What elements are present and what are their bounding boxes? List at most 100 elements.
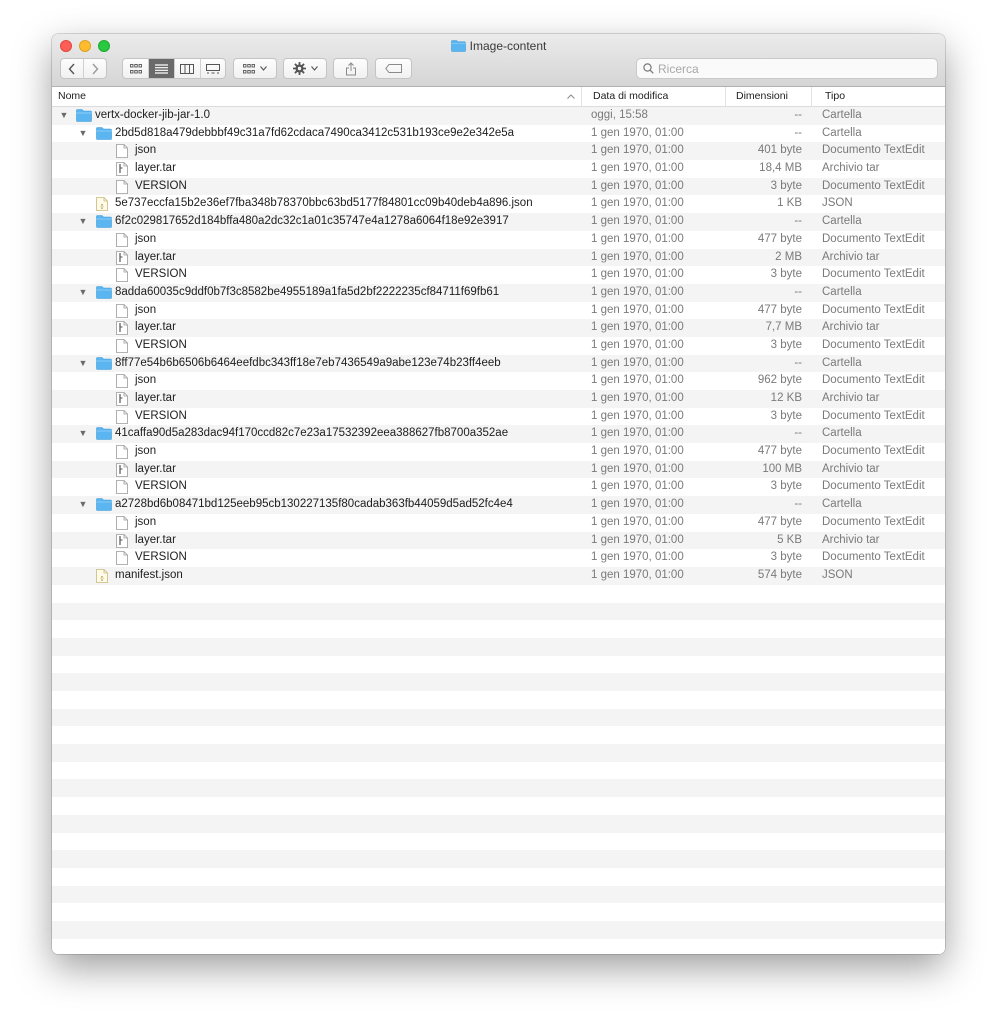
file-row[interactable]: json 1 gen 1970, 01:00 477 byte Documento T… (52, 230, 945, 249)
file-kind: Cartella (822, 356, 862, 369)
empty-row (52, 938, 945, 954)
document-icon (116, 144, 132, 159)
empty-list-area (52, 584, 945, 954)
file-row[interactable]: ▼ a2728bd6b08471bd125eeb95cb130227135f80c… (52, 496, 945, 514)
modified-date: 1 gen 1970, 01:00 (591, 162, 684, 175)
file-row[interactable]: json 1 gen 1970, 01:00 962 byte Documento T… (52, 372, 945, 390)
file-row[interactable]: layer.tar 1 gen 1970, 01:00 2 MB Archivio t… (52, 248, 945, 267)
grid-icon (129, 63, 142, 73)
json-file-icon: {} (96, 568, 112, 583)
column-header-date[interactable]: Data di modifica (581, 87, 725, 106)
file-row[interactable]: layer.tar 1 gen 1970, 01:00 12 KB Archivio … (52, 390, 945, 408)
file-kind: Archivio tar (822, 533, 880, 546)
file-row[interactable]: ▼ 41caffa90d5a283dac94f170ccd82c7e23a1753… (52, 425, 945, 444)
file-row[interactable]: json 1 gen 1970, 01:00 477 byte Documento T… (52, 443, 945, 461)
column-header-date-label: Data di modifica (593, 90, 669, 102)
file-row[interactable]: layer.tar 1 gen 1970, 01:00 100 MB Archivio… (52, 460, 945, 479)
file-size: 3 byte (770, 480, 802, 493)
file-row[interactable]: json 1 gen 1970, 01:00 477 byte Documento T… (52, 513, 945, 532)
file-kind: Documento TextEdit (822, 480, 925, 493)
file-size: 12 KB (770, 392, 802, 404)
file-row[interactable]: {} manifest.json 1 gen 1970, 01:00 574 byte… (52, 566, 945, 585)
file-row[interactable]: VERSION 1 gen 1970, 01:00 3 byte Documento … (52, 336, 945, 355)
group-by-button[interactable] (233, 58, 277, 79)
svg-text:{}: {} (100, 204, 104, 210)
modified-date: 1 gen 1970, 01:00 (591, 551, 684, 564)
file-name: json (135, 144, 157, 157)
modified-date: 1 gen 1970, 01:00 (591, 480, 684, 493)
column-header-name[interactable]: Nome (52, 87, 581, 106)
column-header-size[interactable]: Dimensioni (725, 87, 811, 106)
file-row[interactable]: ▼ 8ff77e54b6b6506b6464eefdbc343ff18e7eb74… (52, 354, 945, 373)
file-row[interactable]: json 1 gen 1970, 01:00 477 byte Documento T… (52, 301, 945, 320)
forward-button[interactable] (83, 59, 106, 78)
file-row[interactable]: VERSION 1 gen 1970, 01:00 3 byte Documento … (52, 549, 945, 567)
modified-date: 1 gen 1970, 01:00 (591, 568, 684, 581)
file-kind: JSON (822, 197, 853, 210)
disclosure-triangle-expanded-icon[interactable]: ▼ (58, 107, 70, 125)
column-view-button[interactable] (173, 59, 200, 78)
empty-row (52, 744, 945, 762)
file-name: json (135, 445, 157, 458)
finder-window: Image-content Ricerca Nome Data di modif… (52, 34, 945, 954)
disclosure-triangle-expanded-icon[interactable]: ▼ (77, 496, 89, 514)
toolbar: Image-content (52, 34, 945, 87)
folder-icon (76, 109, 92, 123)
file-kind: Archivio tar (822, 392, 880, 404)
file-row[interactable]: VERSION 1 gen 1970, 01:00 3 byte Documento … (52, 478, 945, 497)
modified-date: 1 gen 1970, 01:00 (591, 250, 684, 263)
tags-button[interactable] (375, 58, 412, 79)
file-kind: JSON (822, 568, 853, 581)
column-header-type[interactable]: Tipo (811, 87, 945, 106)
file-name: 5e737eccfa15b2e36ef7fba348b78370bbc63bd5… (115, 197, 533, 210)
modified-date: 1 gen 1970, 01:00 (591, 232, 684, 245)
empty-row (52, 655, 945, 674)
share-icon (345, 61, 356, 75)
modified-date: 1 gen 1970, 01:00 (591, 338, 684, 351)
file-name: layer.tar (135, 462, 176, 475)
file-name: VERSION (135, 551, 187, 564)
empty-row (52, 620, 945, 638)
icon-view-button[interactable] (123, 59, 148, 78)
document-icon (116, 445, 132, 459)
back-button[interactable] (61, 59, 83, 78)
file-row[interactable]: {} 5e737eccfa15b2e36ef7fba348b78370bbc63b… (52, 195, 945, 214)
disclosure-triangle-expanded-icon[interactable]: ▼ (77, 355, 89, 373)
disclosure-triangle-expanded-icon[interactable]: ▼ (77, 213, 89, 231)
file-size: -- (794, 498, 802, 511)
file-row[interactable]: VERSION 1 gen 1970, 01:00 3 byte Documento … (52, 407, 945, 426)
file-row[interactable]: ▼ 8adda60035c9ddf0b7f3c8582be4955189a1fa5… (52, 283, 945, 302)
search-field[interactable] (636, 58, 938, 79)
empty-row (52, 903, 945, 921)
file-kind: Cartella (822, 126, 862, 139)
file-name: VERSION (135, 179, 187, 192)
share-button[interactable] (333, 58, 368, 79)
disclosure-triangle-expanded-icon[interactable]: ▼ (77, 284, 89, 302)
column-header-size-label: Dimensioni (736, 90, 788, 102)
action-button[interactable] (283, 58, 327, 79)
disclosure-triangle-expanded-icon[interactable]: ▼ (77, 425, 89, 443)
file-name: layer.tar (135, 533, 176, 546)
chevron-left-icon (68, 63, 75, 74)
file-row[interactable]: layer.tar 1 gen 1970, 01:00 5 KB Archivio t… (52, 531, 945, 550)
file-kind: Documento TextEdit (822, 374, 925, 387)
disclosure-triangle-expanded-icon[interactable]: ▼ (77, 125, 89, 143)
file-row[interactable]: layer.tar 1 gen 1970, 01:00 18,4 MB Archivi… (52, 160, 945, 178)
file-size: 18,4 MB (759, 162, 802, 175)
chevron-down-icon (310, 66, 318, 71)
search-input[interactable] (654, 61, 937, 76)
file-kind: Documento TextEdit (822, 144, 925, 157)
file-row[interactable]: ▼ vertx-docker-jib-jar-1.0 oggi, 15:58 -- Ca… (52, 107, 945, 125)
file-row[interactable]: VERSION 1 gen 1970, 01:00 3 byte Documento … (52, 177, 945, 196)
file-name: VERSION (135, 268, 187, 281)
file-kind: Documento TextEdit (822, 338, 925, 351)
gallery-view-button[interactable] (199, 59, 225, 78)
file-name: json (135, 374, 157, 387)
file-row[interactable]: layer.tar 1 gen 1970, 01:00 7,7 MB Archivio… (52, 319, 945, 337)
file-row[interactable]: VERSION 1 gen 1970, 01:00 3 byte Documento … (52, 266, 945, 284)
file-size: 3 byte (770, 409, 802, 422)
list-view-button[interactable] (148, 59, 174, 78)
file-row[interactable]: ▼ 6f2c029817652d184bffa480a2dc32c1a01c357… (52, 213, 945, 231)
file-row[interactable]: ▼ 2bd5d818a479debbbf49c31a7fd62cdaca7490c… (52, 124, 945, 143)
file-row[interactable]: json 1 gen 1970, 01:00 401 byte Documento T… (52, 142, 945, 161)
